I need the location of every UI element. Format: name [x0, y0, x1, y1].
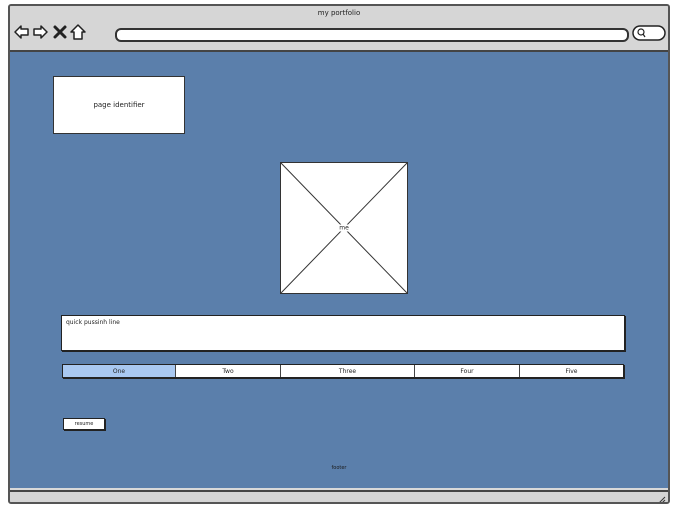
back-arrow-icon[interactable] [14, 24, 30, 40]
close-x-icon[interactable] [52, 24, 68, 40]
footer: footer [10, 465, 668, 471]
resize-grip-icon[interactable] [656, 491, 666, 502]
tab-label: One [112, 367, 126, 375]
resume-button-label: resume [74, 421, 94, 427]
pitch-text-box: quick pussinh line [61, 315, 625, 351]
tab-four[interactable]: Four [415, 365, 520, 377]
pitch-text: quick pussinh line [66, 319, 120, 326]
profile-image-placeholder: me [280, 162, 408, 294]
page-content: page identifier me quick pussinh line On… [10, 52, 668, 488]
home-icon[interactable] [70, 24, 86, 40]
url-input[interactable] [115, 28, 629, 42]
tab-five[interactable]: Five [520, 365, 623, 377]
tab-two[interactable]: Two [176, 365, 281, 377]
browser-window: my portfolio page identifier me quick pu… [8, 4, 670, 504]
tab-label: Five [565, 367, 578, 375]
tab-label: Two [222, 367, 234, 375]
browser-toolbar: my portfolio [10, 6, 668, 52]
footer-text: footer [331, 465, 347, 471]
tab-bar: One Two Three Four Five [62, 364, 624, 378]
resume-button[interactable]: resume [63, 418, 105, 430]
window-title: my portfolio [317, 9, 361, 17]
page-identifier: page identifier [53, 76, 185, 134]
page-identifier-label: page identifier [93, 101, 145, 109]
search-icon[interactable] [632, 25, 666, 41]
tab-three[interactable]: Three [281, 365, 415, 377]
image-label: me [337, 224, 351, 232]
forward-arrow-icon[interactable] [32, 24, 48, 40]
tab-one[interactable]: One [63, 365, 176, 377]
status-bar [10, 490, 668, 502]
tab-label: Four [460, 367, 474, 375]
tab-label: Three [338, 367, 357, 375]
